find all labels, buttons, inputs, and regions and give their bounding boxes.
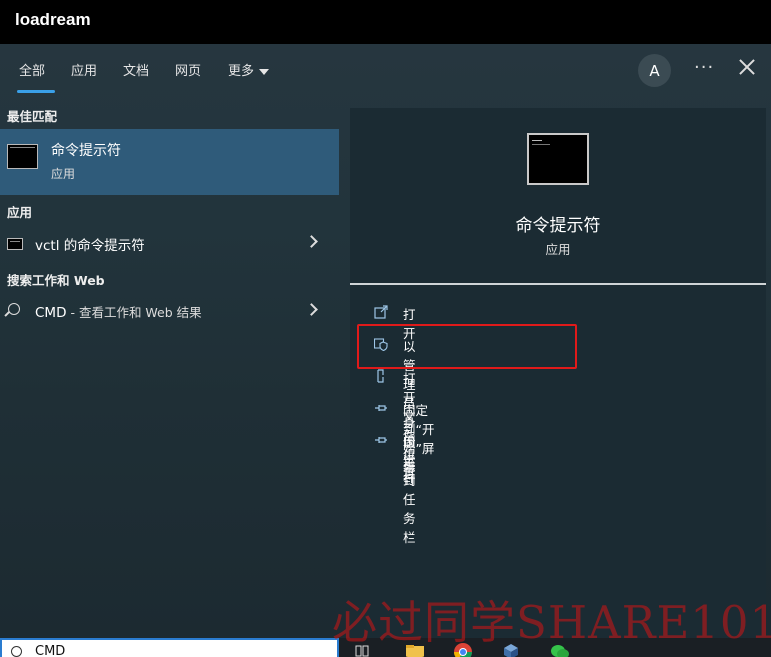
list-item-label: vctl 的命令提示符 — [35, 238, 145, 254]
tab-apps[interactable]: 应用 — [71, 60, 97, 79]
tab-more-label: 更多 — [228, 64, 255, 79]
tab-web[interactable]: 网页 — [175, 60, 201, 79]
search-icon — [11, 646, 22, 657]
tab-bar: 全部 应用 文档 网页 更多 A ··· — [0, 44, 771, 96]
pin-icon — [375, 437, 387, 443]
results-list: 最佳匹配 命令提示符 应用 应用 vctl 的命令提示符 搜索工作和 Web C… — [0, 96, 339, 638]
tab-documents[interactable]: 文档 — [123, 60, 149, 79]
avatar[interactable]: A — [638, 54, 671, 87]
list-item-web-search[interactable]: CMD - 查看工作和 Web 结果 — [0, 294, 339, 328]
search-value: CMD — [35, 644, 66, 657]
command-prompt-icon — [527, 133, 589, 185]
avatar-letter: A — [649, 61, 660, 80]
tab-all[interactable]: 全部 — [19, 60, 45, 79]
best-match-heading: 最佳匹配 — [7, 109, 58, 124]
more-options-icon[interactable]: ··· — [694, 57, 714, 78]
command-prompt-icon — [7, 238, 23, 250]
window-title: loadream — [15, 10, 91, 29]
list-item-vctl[interactable]: vctl 的命令提示符 — [0, 226, 339, 260]
open-icon — [374, 305, 388, 319]
search-input[interactable]: CMD — [0, 638, 339, 657]
web-query: CMD — [35, 305, 67, 321]
best-match-name: 命令提示符 — [51, 143, 121, 159]
tab-more[interactable]: 更多 — [228, 60, 270, 79]
action-label: 固定到任务栏 — [403, 435, 416, 545]
folder-icon — [377, 369, 384, 383]
command-prompt-icon — [7, 144, 38, 169]
watermark: 必过同学SHARE101 — [332, 596, 771, 649]
chevron-right-icon[interactable] — [305, 235, 318, 248]
detail-title: 命令提示符 — [515, 216, 601, 236]
chevron-right-icon[interactable] — [305, 303, 318, 316]
highlight-box — [357, 324, 577, 369]
search-icon — [8, 303, 20, 315]
detail-subtitle: 应用 — [545, 242, 571, 257]
pin-icon — [375, 405, 387, 411]
best-match-type: 应用 — [51, 167, 76, 181]
chevron-down-icon — [259, 68, 270, 75]
detail-pane: 命令提示符 应用 打开 以管理员身份运行 打开文件位置 固定到“开始”屏幕 固定… — [350, 108, 766, 638]
title-bar: loadream — [0, 0, 771, 44]
list-item-label: CMD - 查看工作和 Web 结果 — [35, 302, 202, 321]
apps-heading: 应用 — [7, 205, 33, 220]
close-icon[interactable] — [736, 56, 758, 78]
divider — [350, 283, 766, 285]
web-suffix: - 查看工作和 Web 结果 — [66, 305, 202, 320]
best-match-item[interactable]: 命令提示符 应用 — [0, 129, 339, 195]
active-tab-indicator — [17, 90, 55, 93]
web-heading: 搜索工作和 Web — [7, 273, 105, 288]
